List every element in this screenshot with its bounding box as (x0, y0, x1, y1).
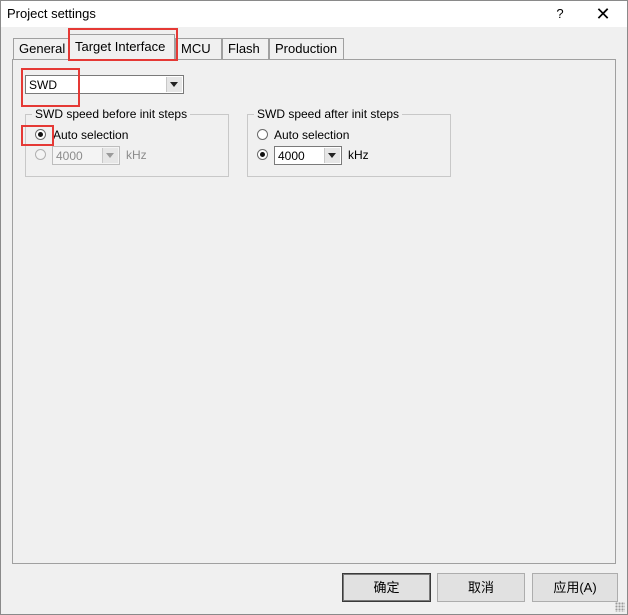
chevron-down-icon (170, 82, 178, 87)
group-before-title: SWD speed before init steps (32, 107, 191, 121)
tab-flash[interactable]: Flash (222, 38, 269, 59)
apply-button[interactable]: 应用(A) (532, 573, 618, 602)
radio-before-auto[interactable] (35, 129, 46, 140)
interface-select[interactable]: SWD (25, 75, 184, 94)
group-after-title: SWD speed after init steps (254, 107, 403, 121)
ok-button[interactable]: 确定 (342, 573, 431, 602)
window-title: Project settings (7, 6, 96, 21)
speed-before-dropdown-button[interactable] (102, 148, 118, 163)
radio-after-auto[interactable] (257, 129, 268, 140)
close-button[interactable]: ✕ (589, 4, 617, 24)
speed-after-select[interactable]: 4000 (274, 146, 342, 165)
tab-general[interactable]: General (13, 38, 69, 59)
speed-after-dropdown-button[interactable] (324, 148, 340, 163)
resize-grip-icon[interactable] (615, 602, 625, 612)
speed-after-value: 4000 (278, 149, 305, 163)
tab-target-interface[interactable]: Target Interface (69, 34, 175, 60)
speed-before-select[interactable]: 4000 (52, 146, 120, 165)
title-bar: Project settings ? ✕ (1, 1, 627, 27)
chevron-down-icon (106, 153, 114, 158)
radio-before-auto-label: Auto selection (53, 128, 129, 142)
cancel-button[interactable]: 取消 (437, 573, 525, 602)
chevron-down-icon (328, 153, 336, 158)
radio-after-auto-label: Auto selection (274, 128, 350, 142)
radio-selected-dot (38, 132, 43, 137)
speed-before-unit: kHz (126, 148, 147, 162)
tab-mcu[interactable]: MCU (175, 38, 222, 59)
tab-production[interactable]: Production (269, 38, 344, 59)
interface-dropdown-button[interactable] (166, 77, 182, 92)
radio-selected-dot (260, 152, 265, 157)
radio-after-manual[interactable] (257, 149, 268, 160)
help-button[interactable]: ? (547, 4, 573, 24)
speed-before-value: 4000 (56, 149, 83, 163)
radio-before-manual[interactable] (35, 149, 46, 160)
interface-select-value: SWD (29, 78, 57, 92)
speed-after-unit: kHz (348, 148, 369, 162)
